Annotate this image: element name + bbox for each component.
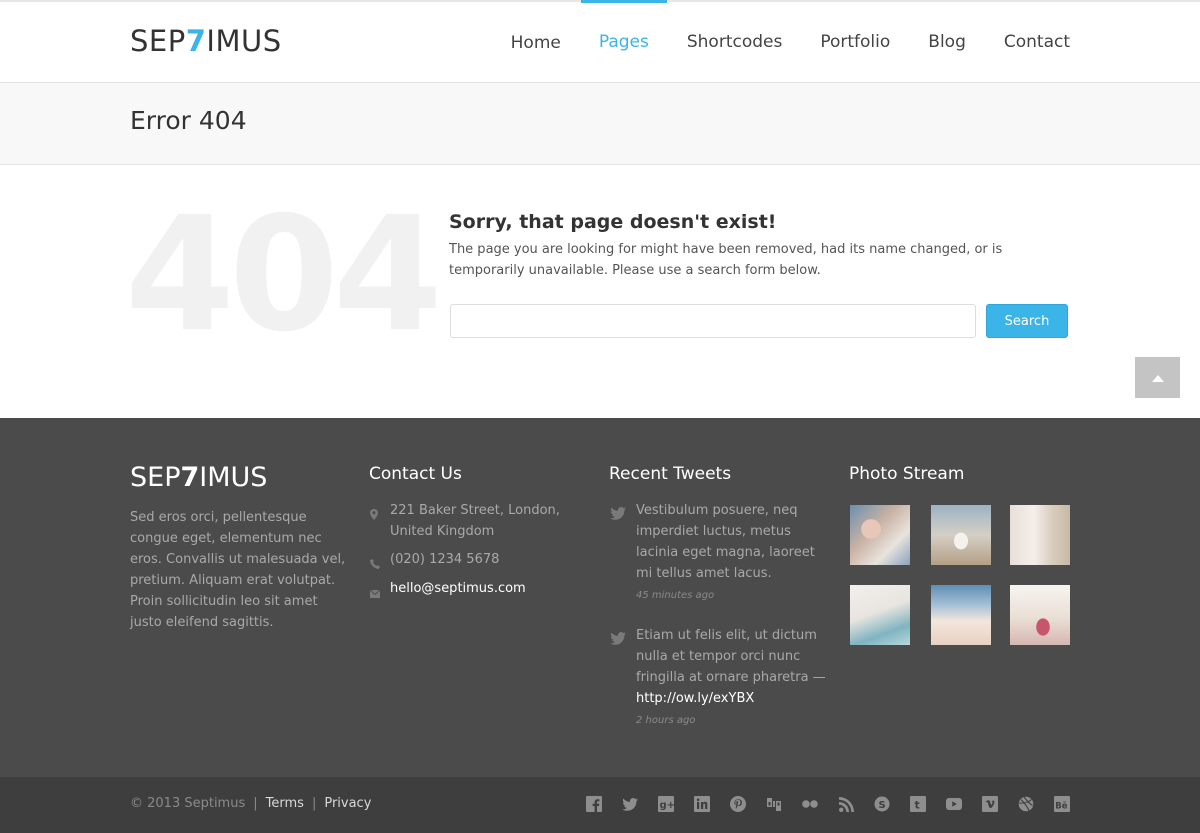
dribbble-icon[interactable] — [1018, 796, 1034, 812]
social-links: g+ S t Bē — [586, 796, 1070, 812]
footer-logo-prefix: SEP — [130, 462, 181, 493]
tweet-body: Etiam ut felis elit, ut dictum nulla et … — [636, 625, 830, 726]
envelope-icon — [369, 578, 390, 605]
nav-pages[interactable]: Pages — [561, 0, 667, 83]
page-title-bar: Error 404 — [0, 83, 1200, 165]
photo-bicycle[interactable] — [850, 585, 910, 645]
facebook-icon[interactable] — [586, 796, 602, 812]
photo-chair[interactable] — [931, 585, 991, 645]
back-to-top-button[interactable] — [1135, 357, 1180, 398]
pinterest-icon[interactable] — [730, 796, 746, 812]
bottom-bar: © 2013 Septimus | Terms | Privacy g+ S t Bē — [0, 777, 1200, 833]
nav-shortcodes[interactable]: Shortcodes — [649, 2, 782, 83]
footer-logo[interactable]: SEP7IMUS — [130, 462, 267, 493]
logo-seven: 7 — [185, 24, 207, 58]
contact-email-link[interactable]: hello@septimus.com — [390, 578, 526, 605]
rss-icon[interactable] — [838, 796, 854, 812]
tweet-text-body: Etiam ut felis elit, ut dictum nulla et … — [636, 628, 826, 685]
vimeo-icon[interactable] — [982, 796, 998, 812]
site-footer: SEP7IMUS Sed eros orci, pellentesque con… — [0, 418, 1200, 777]
photo-interior[interactable] — [1010, 505, 1070, 565]
tweet-item: Etiam ut felis elit, ut dictum nulla et … — [610, 625, 830, 726]
svg-text:g+: g+ — [660, 800, 675, 811]
terms-link[interactable]: Terms — [266, 796, 304, 811]
nav-home[interactable]: Home — [511, 2, 561, 83]
main-nav: Home Pages Shortcodes Portfolio Blog Con… — [511, 0, 1070, 83]
footer-logo-seven: 7 — [180, 462, 200, 493]
tweet-link[interactable]: http://ow.ly/exYBX — [636, 691, 754, 706]
flickr-icon[interactable] — [802, 796, 818, 812]
footer-about-text: Sed eros orci, pellentesque congue eget,… — [130, 510, 346, 630]
logo-prefix: SEP — [130, 24, 186, 58]
photo-knitting[interactable] — [850, 505, 910, 565]
error-heading: Sorry, that page doesn't exist! — [449, 211, 777, 233]
skype-icon[interactable]: S — [874, 796, 890, 812]
logo-suffix: IMUS — [206, 24, 282, 58]
tweet-timestamp: 2 hours ago — [636, 715, 696, 726]
tweet-text: Etiam ut felis elit, ut dictum nulla et … — [636, 625, 830, 709]
contact-address: 221 Baker Street, London, United Kingdom — [370, 500, 570, 542]
search-input[interactable] — [450, 304, 976, 338]
copyright-row: © 2013 Septimus | Terms | Privacy — [130, 796, 371, 811]
page-title: Error 404 — [130, 106, 247, 135]
tweet-text: Vestibulum posuere, neq imperdiet luctus… — [636, 503, 815, 581]
nav-portfolio[interactable]: Portfolio — [782, 2, 890, 83]
search-button[interactable]: Search — [986, 304, 1068, 338]
tumblr-icon[interactable]: t — [910, 796, 926, 812]
contact-email: hello@septimus.com — [369, 578, 570, 605]
site-logo[interactable]: SEP7IMUS — [130, 24, 282, 58]
tweets-title: Recent Tweets — [609, 464, 732, 484]
privacy-link[interactable]: Privacy — [324, 796, 371, 811]
divider: | — [253, 796, 258, 811]
photo-bokeh[interactable] — [1010, 585, 1070, 645]
contact-address-text: 221 Baker Street, London, United Kingdom — [390, 503, 560, 539]
divider: | — [311, 796, 317, 811]
photo-stream-title: Photo Stream — [849, 464, 965, 484]
behance-icon[interactable]: Bē — [1054, 796, 1070, 812]
copyright-text: © 2013 Septimus — [130, 796, 246, 811]
tweet-body: Vestibulum posuere, neq imperdiet luctus… — [636, 500, 830, 601]
map-pin-icon — [370, 500, 390, 542]
nav-blog[interactable]: Blog — [890, 2, 966, 83]
footer-logo-suffix: IMUS — [199, 462, 268, 493]
error-description: The page you are looking for might have … — [449, 242, 1003, 278]
site-header: SEP7IMUS Home Pages Shortcodes Portfolio… — [0, 0, 1200, 83]
nav-contact[interactable]: Contact — [966, 2, 1070, 83]
chevron-up-icon — [1151, 374, 1164, 382]
svg-text:t: t — [915, 799, 920, 812]
svg-text:S: S — [879, 800, 886, 811]
twitter-icon[interactable] — [622, 796, 638, 812]
photo-bird[interactable] — [931, 505, 991, 565]
twitter-bird-icon — [610, 625, 636, 726]
linkedin-icon[interactable] — [694, 796, 710, 812]
digg-icon[interactable] — [766, 796, 782, 812]
youtube-icon[interactable] — [946, 796, 962, 812]
contact-title: Contact Us — [369, 464, 462, 484]
error-404-graphic: 404 — [125, 183, 443, 367]
contact-phone-text: (020) 1234 5678 — [390, 552, 500, 567]
svg-text:Bē: Bē — [1055, 802, 1067, 812]
tweet-item: Vestibulum posuere, neq imperdiet luctus… — [610, 500, 830, 601]
google-plus-icon[interactable]: g+ — [658, 796, 674, 812]
contact-phone: (020) 1234 5678 — [370, 549, 570, 576]
phone-icon — [370, 549, 390, 576]
tweet-timestamp: 45 minutes ago — [636, 590, 715, 601]
twitter-bird-icon — [610, 500, 636, 601]
